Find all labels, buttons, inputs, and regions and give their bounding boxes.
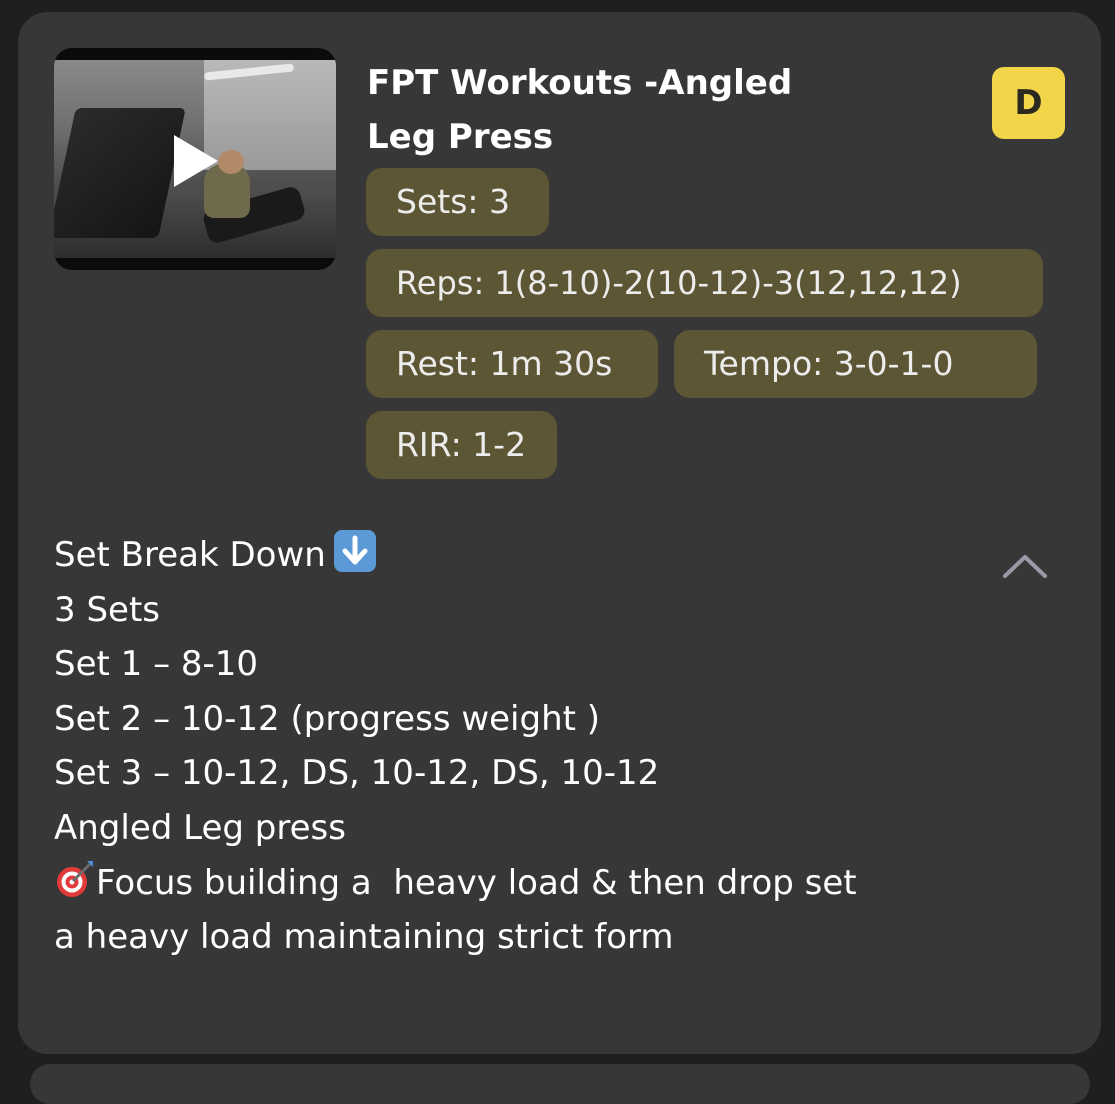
description-line: Angled Leg press bbox=[54, 807, 346, 848]
target-dart-icon bbox=[54, 858, 96, 900]
exercise-description: Set Break Down 3 Sets Set 1 – 8-10 Set 2… bbox=[54, 528, 1014, 965]
description-line: Set 2 – 10-12 (progress weight ) bbox=[54, 698, 601, 739]
next-card-peek bbox=[30, 1064, 1090, 1104]
exercise-title: FPT Workouts -Angled Leg Press bbox=[367, 63, 793, 157]
rest-tag: Rest: 1m 30s bbox=[366, 330, 658, 398]
tempo-tag: Tempo: 3-0-1-0 bbox=[674, 330, 1037, 398]
description-line: Set 1 – 8-10 bbox=[54, 644, 259, 685]
thumbnail-head bbox=[218, 150, 244, 174]
play-icon[interactable] bbox=[174, 135, 218, 187]
sets-tag: Sets: 3 bbox=[366, 168, 549, 236]
reps-tag: Reps: 1(8-10)-2(10-12)-3(12,12,12) bbox=[366, 249, 1043, 317]
description-header-line: Set Break Down bbox=[54, 528, 1014, 583]
description-line: 3 Sets bbox=[54, 589, 160, 630]
focus-line: Focus building a heavy load & then drop … bbox=[54, 856, 1014, 911]
down-arrow-icon bbox=[333, 530, 376, 572]
rir-tag: RIR: 1-2 bbox=[366, 411, 557, 479]
avatar-badge[interactable]: D bbox=[992, 67, 1065, 139]
exercise-card[interactable]: FPT Workouts -Angled Leg Press D Sets: 3… bbox=[18, 12, 1101, 1054]
focus-text-1: Focus building a heavy load & then drop … bbox=[96, 862, 857, 903]
focus-line-continued: a heavy load maintaining strict form bbox=[54, 917, 674, 958]
description-header: Set Break Down bbox=[54, 535, 326, 575]
video-thumbnail[interactable] bbox=[54, 48, 336, 270]
chevron-up-icon[interactable] bbox=[1000, 548, 1050, 582]
description-line: Set 3 – 10-12, DS, 10-12, DS, 10-12 bbox=[54, 753, 660, 794]
